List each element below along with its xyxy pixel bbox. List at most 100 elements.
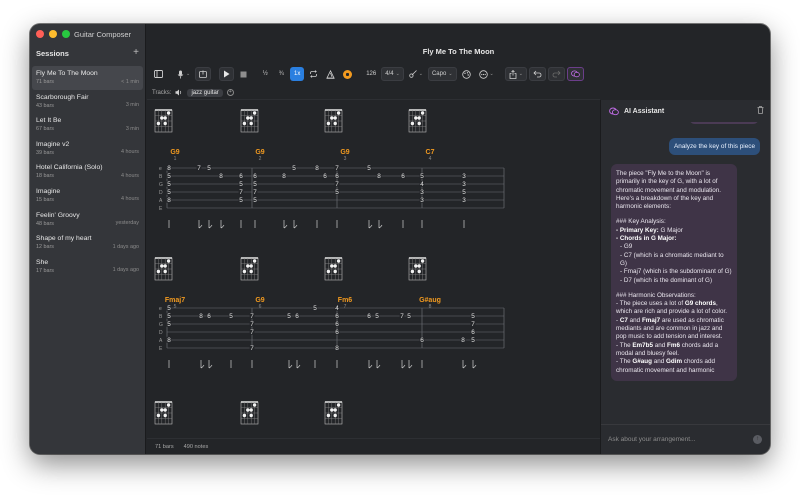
fret-number: 6: [335, 313, 339, 320]
zoom-window-button[interactable]: [62, 30, 70, 38]
bar-number: 5: [174, 304, 177, 310]
minimize-window-button[interactable]: [49, 30, 57, 38]
fret-number: 4: [420, 181, 424, 188]
session-item[interactable]: She 17 bars 1 days ago: [32, 255, 143, 279]
palette-button[interactable]: [459, 67, 474, 81]
chord-diagram-dot: [414, 116, 418, 120]
tablature-canvas[interactable]: G91G92G93C74Fmaj75G96Fm67G#aug8eBGDAEeBG…: [147, 102, 600, 436]
close-window-button[interactable]: [36, 30, 44, 38]
microphone-dropdown[interactable]: ⌄: [174, 67, 193, 81]
chord-diagram-dot: [160, 116, 164, 120]
bar-number: 7: [344, 304, 347, 310]
session-time: 3 min: [125, 102, 139, 109]
reply-chord-fmaj7: - Fmaj7 (which is the subdominant of G): [620, 268, 732, 276]
fret-number: 5: [239, 197, 243, 204]
tempo-field[interactable]: 126: [363, 67, 379, 81]
chord-diagram-dot: [330, 116, 334, 120]
share-button[interactable]: ⌄: [504, 67, 527, 81]
chevron-down-icon: ⌄: [186, 71, 191, 77]
tuner-button[interactable]: [323, 67, 338, 81]
session-time: 4 hours: [121, 149, 139, 156]
session-title: Imagine v2: [36, 140, 70, 148]
sessions-title: Sessions: [36, 49, 69, 58]
fret-number: 7: [471, 321, 475, 328]
chord-diagram-dot: [336, 259, 341, 263]
fret-number: 6: [335, 329, 339, 336]
time-signature-dropdown[interactable]: 4/4 ⌄: [381, 67, 404, 81]
rhythm-flag: [378, 224, 383, 229]
speaker-icon[interactable]: [175, 89, 183, 96]
string-name: B: [159, 174, 163, 180]
fret-number: 5: [167, 321, 171, 328]
rhythm-flag: [376, 364, 381, 369]
chord-diagram-dot: [336, 111, 341, 115]
fret-number: 5: [420, 173, 424, 180]
fret-number: 6: [335, 173, 339, 180]
sidebar: Guitar Composer Sessions + Fly Me To The…: [30, 24, 146, 454]
loop-button[interactable]: [306, 67, 321, 81]
bar-number: 6: [259, 304, 262, 310]
time-signature-value: 4/4: [385, 71, 394, 77]
fret-number: 7: [250, 321, 254, 328]
assistant-input[interactable]: [608, 436, 738, 443]
chord-diagram-dot: [249, 116, 253, 120]
session-item[interactable]: Fly Me To The Moon 71 bars < 1 min: [32, 66, 143, 90]
app-title: Guitar Composer: [74, 30, 132, 39]
options-dropdown[interactable]: ⌄: [476, 67, 497, 81]
chord-diagram-dot: [249, 269, 253, 274]
session-item[interactable]: Imagine 15 bars 4 hours: [32, 184, 143, 208]
trash-icon[interactable]: [757, 106, 764, 116]
chevron-down-icon: ⌄: [518, 71, 523, 77]
undo-button[interactable]: [528, 67, 546, 81]
ai-assistant-toggle[interactable]: [566, 67, 584, 81]
add-session-button[interactable]: +: [133, 47, 139, 58]
fret-number: 5: [253, 197, 257, 204]
redo-button[interactable]: [547, 67, 565, 81]
chord-diagram-dot: [166, 259, 171, 263]
session-title: Imagine: [36, 187, 61, 195]
chord-diagram-dot: [249, 121, 253, 126]
chord-diagram-dot: [163, 121, 167, 126]
chord-name: C7: [426, 149, 435, 156]
fret-number: 7: [250, 345, 254, 352]
stop-button[interactable]: [236, 67, 250, 81]
speed-three-quarter-button[interactable]: ¾: [274, 67, 288, 81]
rhythm-flag: [408, 364, 413, 369]
session-item[interactable]: Feelin' Groovy 48 bars yesterday: [32, 208, 143, 232]
send-icon[interactable]: ↑: [753, 435, 762, 444]
assistant-header: AI Assistant: [601, 100, 770, 122]
metronome-button[interactable]: [195, 67, 212, 81]
window-controls: [36, 30, 70, 38]
chord-diagram-dot: [163, 264, 167, 268]
bar-number: 2: [259, 156, 262, 162]
speed-half-button[interactable]: ½: [258, 67, 272, 81]
capo-dropdown[interactable]: Capo ⌄: [427, 67, 457, 81]
session-item[interactable]: Scarborough Fair 43 bars 3 min: [32, 90, 143, 114]
fret-number: 7: [239, 189, 243, 196]
reply-primary-key-value: G Major: [658, 226, 683, 234]
assistant-conversation[interactable]: Analyze the key of this piece The piece …: [601, 122, 770, 414]
chord-diagram-dot: [156, 269, 161, 274]
tracks-label: Tracks:: [152, 89, 172, 96]
rhythm-flag: [283, 224, 288, 229]
add-track-button[interactable]: +: [226, 89, 234, 96]
fret-number: 3: [420, 189, 424, 196]
metronome-icon: [199, 70, 208, 78]
chord-diagram-dot: [410, 269, 415, 274]
session-item[interactable]: Let It Be 67 bars 3 min: [32, 113, 143, 137]
record-button[interactable]: [340, 67, 355, 81]
bar-number: 3: [344, 156, 347, 162]
track-chip[interactable]: jazz guitar: [187, 88, 223, 97]
session-item[interactable]: Imagine v2 39 bars 4 hours: [32, 137, 143, 161]
toggle-sidebar-button[interactable]: [151, 67, 166, 81]
tab-score[interactable]: G9 1 G9 2 G9 3 C7 4 Fmaj7 5 G9 6 Fm6 7 G#aug 8 e B G D A Ee B G…: [147, 102, 600, 436]
session-item[interactable]: Shape of my heart 12 bars 1 days ago: [32, 231, 143, 255]
play-button[interactable]: [219, 67, 235, 81]
instrument-dropdown[interactable]: ⌄: [406, 67, 426, 81]
session-item[interactable]: Hotel California (Solo) 18 bars 4 hours: [32, 160, 143, 184]
session-time: 3 min: [125, 125, 139, 132]
chevron-down-icon: ⌄: [395, 71, 400, 77]
bar-number: 4: [429, 156, 432, 162]
speed-full-button[interactable]: 1x: [290, 67, 305, 81]
fret-number: 7: [335, 181, 339, 188]
